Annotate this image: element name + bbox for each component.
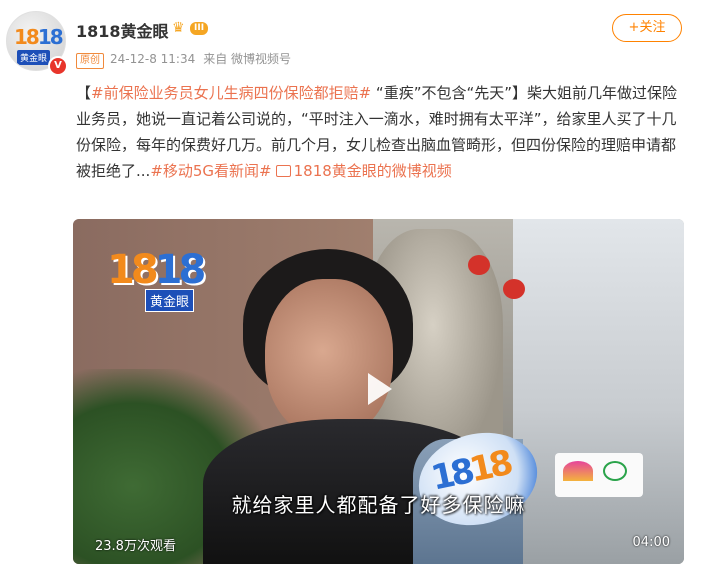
post-text: 【#前保险业务员女儿生病四份保险都拒赔# “重疾”不包含“先天”】柴大姐前几年做…	[76, 80, 684, 184]
avatar-logo: 1818	[14, 25, 64, 49]
video-channel-logo: 1818	[107, 247, 206, 293]
open-bracket: 【	[76, 84, 92, 102]
video-link-icon	[275, 165, 291, 177]
video-duration: 04:00	[632, 535, 670, 550]
avatar-sub-label: 黄金眼	[17, 50, 51, 65]
video-subtitle: 就给家里人都配备了好多保险嘛	[231, 493, 526, 517]
lantern-shape	[503, 279, 525, 299]
crown-icon: ♛	[172, 20, 185, 36]
follow-button[interactable]: +关注	[612, 14, 682, 42]
video-link[interactable]: 1818黄金眼的微博视频	[294, 162, 452, 180]
play-icon[interactable]	[356, 367, 400, 411]
post-source[interactable]: 来自 微博视频号	[203, 52, 291, 66]
original-badge: 原创	[76, 53, 104, 69]
video-channel-sub: 黄金眼	[145, 289, 195, 312]
view-count: 23.8万次观看	[95, 539, 176, 554]
topic-link[interactable]: #前保险业务员女儿生病四份保险都拒赔#	[91, 84, 371, 102]
topic-link-2[interactable]: #移动5G看新闻#	[150, 162, 271, 180]
post-time[interactable]: 24-12-8 11:34	[110, 52, 195, 66]
author-name[interactable]: 1818黄金眼	[76, 18, 169, 42]
post-meta: 原创 24-12-8 11:34 来自 微博视频号	[76, 50, 291, 69]
level-badge: III	[190, 22, 209, 35]
video-player[interactable]: 1818 黄金眼 1818 就给家里人都配备了好多保险嘛 23.8万次观看 04…	[73, 219, 684, 564]
verified-icon: V	[48, 56, 68, 76]
